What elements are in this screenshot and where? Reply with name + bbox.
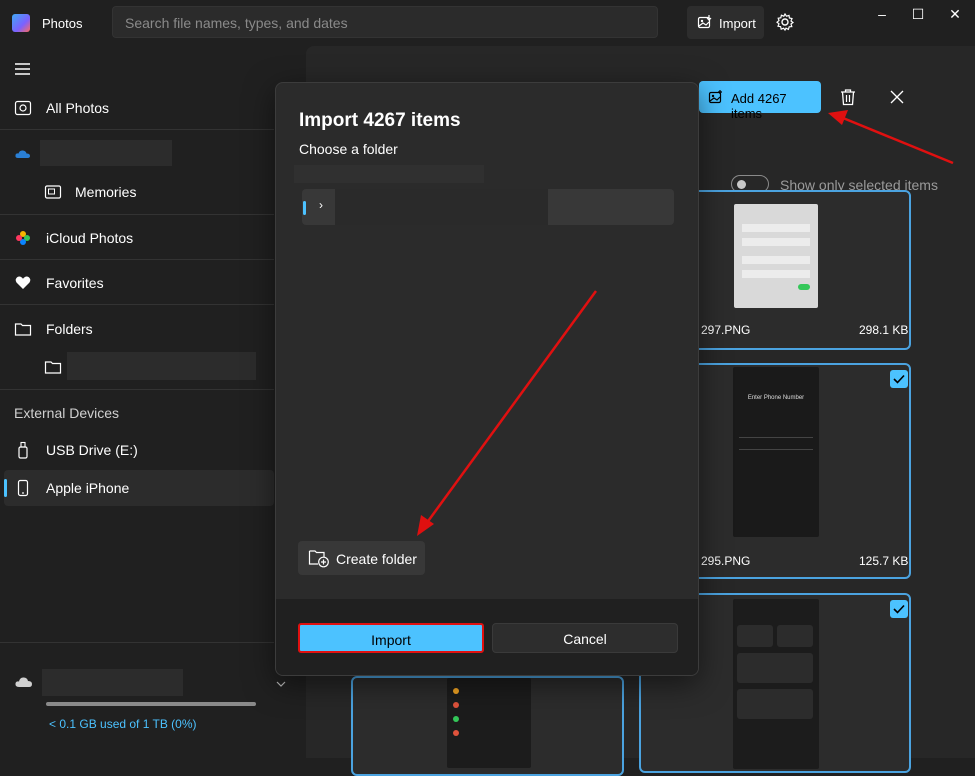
annotation-arrow-to-create-folder (417, 290, 598, 536)
annotation-arrow-to-add-button (828, 110, 954, 165)
annotation-arrows (417, 110, 954, 536)
